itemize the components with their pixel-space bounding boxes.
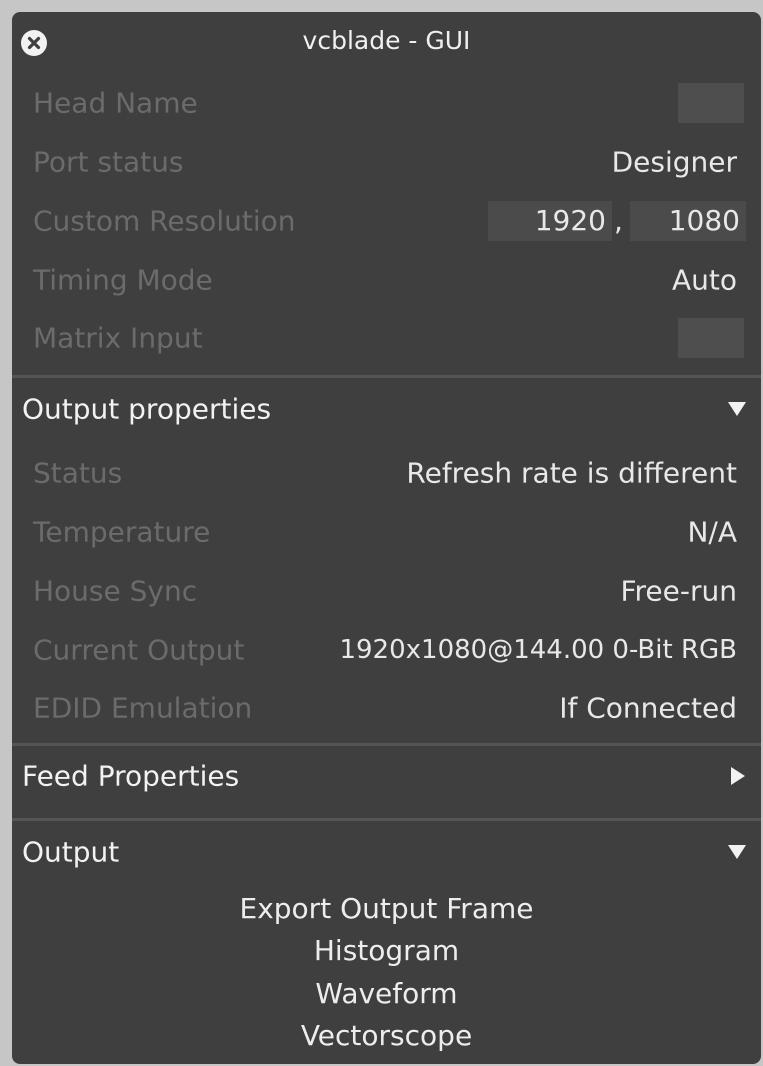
export-output-frame-button[interactable]: Export Output Frame [12,892,761,925]
output-title: Output [22,835,120,869]
custom-resolution-label: Custom Resolution [33,204,296,238]
head-name-label: Head Name [33,86,198,120]
resolution-separator: , [614,204,623,238]
temperature-label: Temperature [33,515,211,549]
timing-mode-label: Timing Mode [33,263,213,297]
port-status-value: Designer [611,145,737,179]
title-bar: vcblade - GUI [12,12,761,74]
head-name-field[interactable] [678,83,744,123]
status-row: Status Refresh rate is different [12,444,761,502]
timing-mode-value[interactable]: Auto [672,264,737,297]
waveform-button[interactable]: Waveform [12,977,761,1010]
window-title: vcblade - GUI [302,26,471,55]
head-name-row: Head Name [12,74,761,132]
matrix-input-label: Matrix Input [33,321,203,355]
output-properties-title: Output properties [22,392,272,426]
vectorscope-button[interactable]: Vectorscope [12,1019,761,1052]
house-sync-value: Free-run [620,574,737,608]
vcblade-gui-window: vcblade - GUI Head Name Port status Desi… [12,12,761,1064]
port-status-label: Port status [33,145,184,179]
histogram-button[interactable]: Histogram [12,934,761,967]
triangle-down-icon [728,845,746,859]
output-header[interactable]: Output [12,821,761,883]
triangle-down-icon [728,402,746,416]
edid-emulation-label: EDID Emulation [33,691,253,725]
matrix-input-row: Matrix Input [12,309,761,367]
temperature-value: N/A [687,515,737,549]
current-output-label: Current Output [33,633,245,667]
current-output-row: Current Output 1920x1080@144.00 0-Bit RG… [12,621,761,679]
resolution-width-field[interactable]: 1920 [488,201,612,241]
resolution-height-field[interactable]: 1080 [630,201,746,241]
house-sync-label: House Sync [33,574,198,608]
temperature-row: Temperature N/A [12,503,761,561]
edid-emulation-value[interactable]: If Connected [559,692,737,725]
output-properties-header[interactable]: Output properties [12,378,761,440]
timing-mode-row: Timing Mode Auto [12,251,761,309]
triangle-right-icon [731,767,745,785]
port-status-row: Port status Designer [12,133,761,191]
matrix-input-field[interactable] [678,318,744,358]
house-sync-row: House Sync Free-run [12,562,761,620]
edid-emulation-row: EDID Emulation If Connected [12,679,761,737]
current-output-value: 1920x1080@144.00 0-Bit RGB [339,635,737,665]
feed-properties-header[interactable]: Feed Properties [12,745,761,807]
status-label: Status [33,456,123,490]
custom-resolution-row: Custom Resolution 1920 , 1080 [12,192,761,250]
status-value: Refresh rate is different [406,456,737,490]
feed-properties-title: Feed Properties [22,759,240,793]
